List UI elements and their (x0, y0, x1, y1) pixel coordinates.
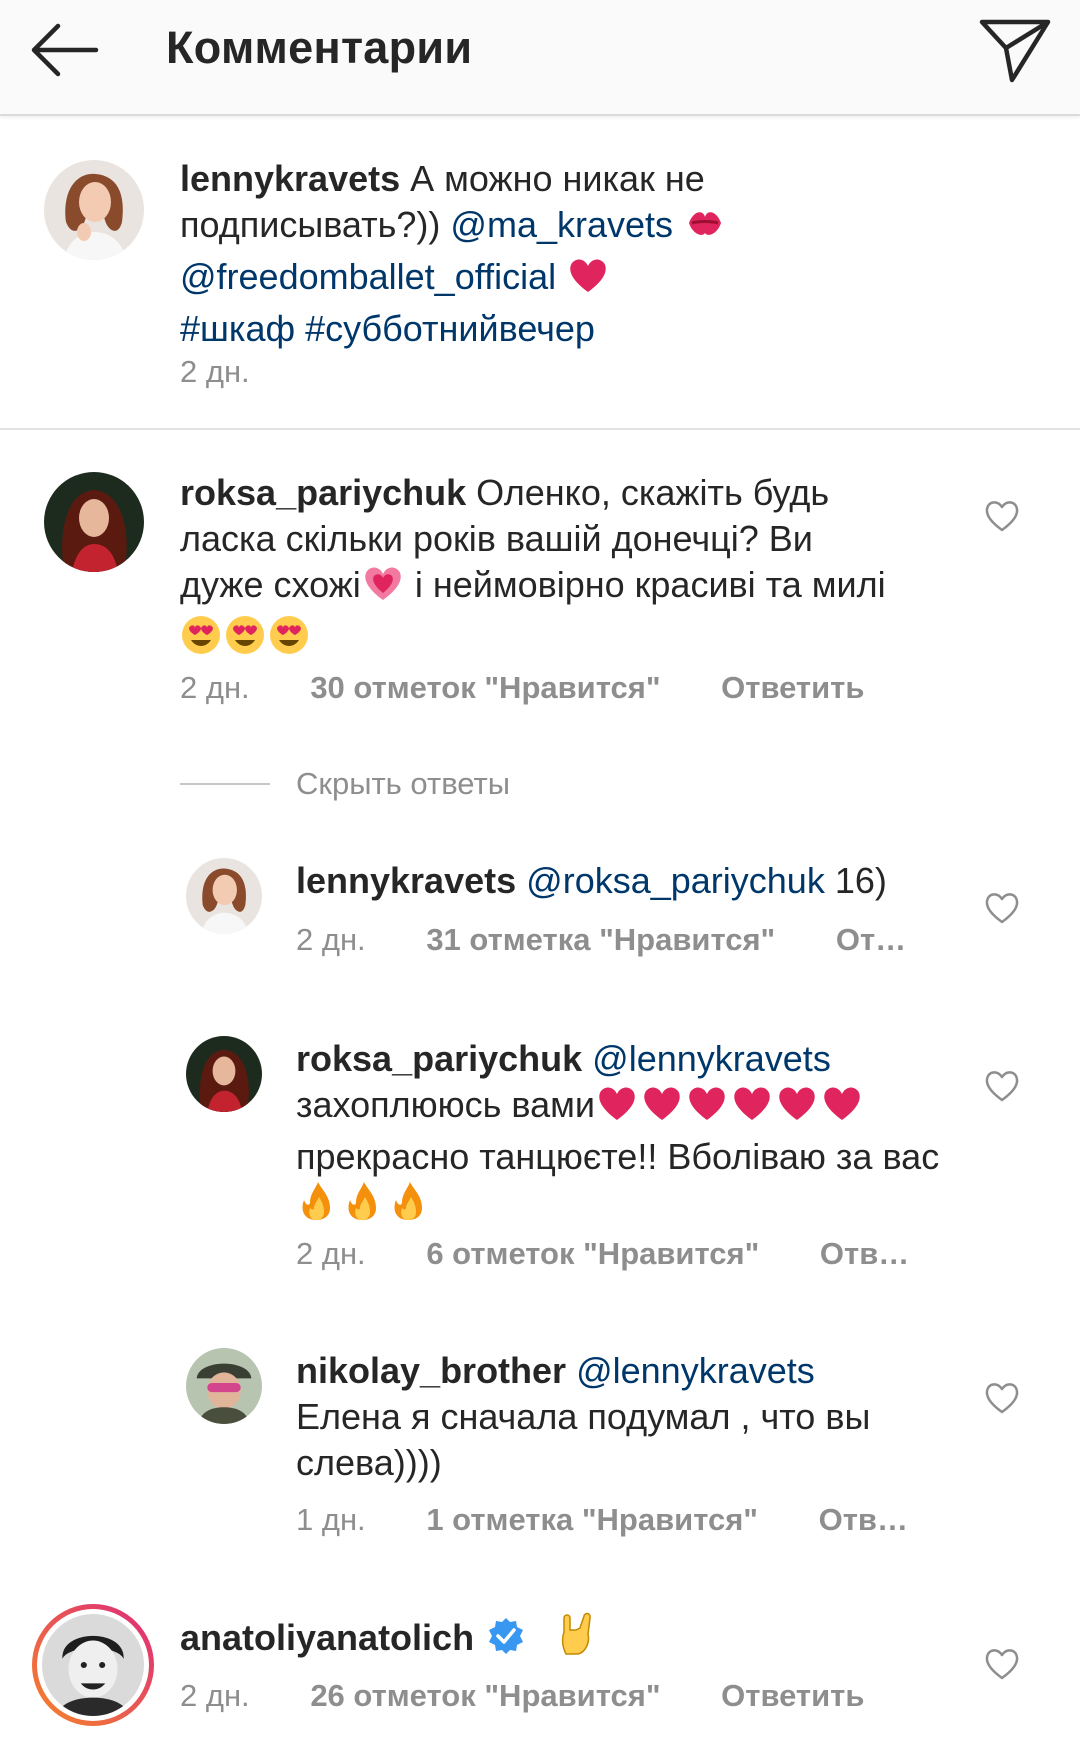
heart-outline-icon (985, 893, 1019, 924)
like-button[interactable] (982, 1378, 1022, 1418)
story-ring-avatar[interactable] (32, 1604, 154, 1726)
top-bar: Комментарии (0, 0, 1080, 116)
comment-text: Елена я сначала подумал , что вы слева))… (296, 1396, 871, 1483)
comment-timestamp: 2 дн. (296, 1236, 366, 1271)
avatar-image (186, 1348, 262, 1424)
verified-badge-icon (486, 1616, 526, 1667)
likes-count[interactable]: 30 отметок "Нравится" (310, 670, 660, 706)
reply-button[interactable]: Ответить (721, 670, 864, 706)
avatar[interactable] (44, 160, 144, 260)
heart-outline-icon (985, 1071, 1019, 1102)
avatar-image (186, 1036, 262, 1112)
mention-link[interactable]: @roksa_pariychuk (526, 860, 825, 901)
comment-username[interactable]: roksa_pariychuk (180, 472, 466, 513)
heart-outline-icon (985, 1649, 1019, 1680)
avatar-image (186, 858, 262, 934)
like-button[interactable] (982, 888, 1022, 928)
reply-button[interactable]: От… (836, 922, 906, 958)
comment-username[interactable]: anatoliyanatolich (180, 1617, 474, 1658)
fire-emoji-icon (296, 1180, 426, 1233)
comment-username[interactable]: nikolay_brother (296, 1350, 566, 1391)
post-caption: lennykravets А можно никак не подписыват… (0, 116, 1080, 430)
sign-of-horns-emoji-icon (556, 1612, 596, 1667)
avatar[interactable] (186, 1036, 262, 1112)
like-button[interactable] (982, 1644, 1022, 1684)
back-button[interactable] (28, 20, 108, 80)
likes-count[interactable]: 6 отметок "Нравится" (426, 1236, 759, 1272)
divider (180, 783, 270, 785)
avatar[interactable] (186, 1348, 262, 1424)
page-title: Комментарии (166, 22, 473, 73)
mention-link[interactable]: @ma_kravets (450, 204, 673, 245)
avatar-image (44, 160, 144, 260)
avatar[interactable] (186, 858, 262, 934)
arrow-left-icon (31, 23, 99, 77)
likes-count[interactable]: 26 отметок "Нравится" (310, 1678, 660, 1714)
hide-replies-toggle[interactable]: Скрыть ответы (180, 764, 510, 804)
comment-username[interactable]: lennykravets (296, 860, 516, 901)
avatar[interactable] (44, 472, 144, 572)
comment-timestamp: 2 дн. (180, 354, 250, 389)
reply-button[interactable]: Отв… (819, 1502, 908, 1538)
share-button[interactable] (976, 14, 1056, 84)
comment-timestamp: 1 дн. (296, 1502, 366, 1537)
like-button[interactable] (982, 496, 1022, 536)
like-button[interactable] (982, 1066, 1022, 1106)
mention-link[interactable]: @lennykravets (592, 1038, 831, 1079)
heart-eyes-emoji-icon (180, 614, 312, 667)
heart-outline-icon (985, 501, 1019, 532)
comment-text: захоплююсь вами (296, 1084, 596, 1125)
red-heart-emoji-icon (566, 255, 610, 306)
reply-button[interactable]: Ответить (721, 1678, 864, 1714)
hide-replies-label: Скрыть ответы (296, 766, 511, 801)
sparkling-heart-emoji-icon (361, 563, 405, 614)
comment-text: 16) (824, 860, 887, 901)
comment-timestamp: 2 дн. (296, 922, 366, 957)
likes-count[interactable]: 1 отметка "Нравится" (426, 1502, 758, 1538)
hashtag-link[interactable]: #шкаф (180, 308, 295, 349)
likes-count[interactable]: 31 отметка "Нравится" (426, 922, 775, 958)
paper-plane-icon (979, 19, 1051, 83)
comment-text-continued: прекрасно танцюєте!! Вболіваю за вас (296, 1136, 940, 1177)
comment-username[interactable]: lennykravets (180, 158, 400, 199)
mention-link[interactable]: @freedomballet_official (180, 256, 556, 297)
red-hearts-emoji-icon (595, 1083, 865, 1134)
comment-username[interactable]: roksa_pariychuk (296, 1038, 582, 1079)
mention-link[interactable]: @lennykravets (576, 1350, 815, 1391)
comment-text-continued: і неймовірно красиві та милі (404, 564, 886, 605)
reply-button[interactable]: Отв… (820, 1236, 909, 1272)
comment-timestamp: 2 дн. (180, 670, 250, 705)
hashtag-link[interactable]: #субботнийвечер (305, 308, 595, 349)
avatar-image (42, 1614, 144, 1716)
kiss-emoji-icon (683, 203, 727, 254)
heart-outline-icon (985, 1383, 1019, 1414)
avatar-image (44, 472, 144, 572)
comment-timestamp: 2 дн. (180, 1678, 250, 1713)
